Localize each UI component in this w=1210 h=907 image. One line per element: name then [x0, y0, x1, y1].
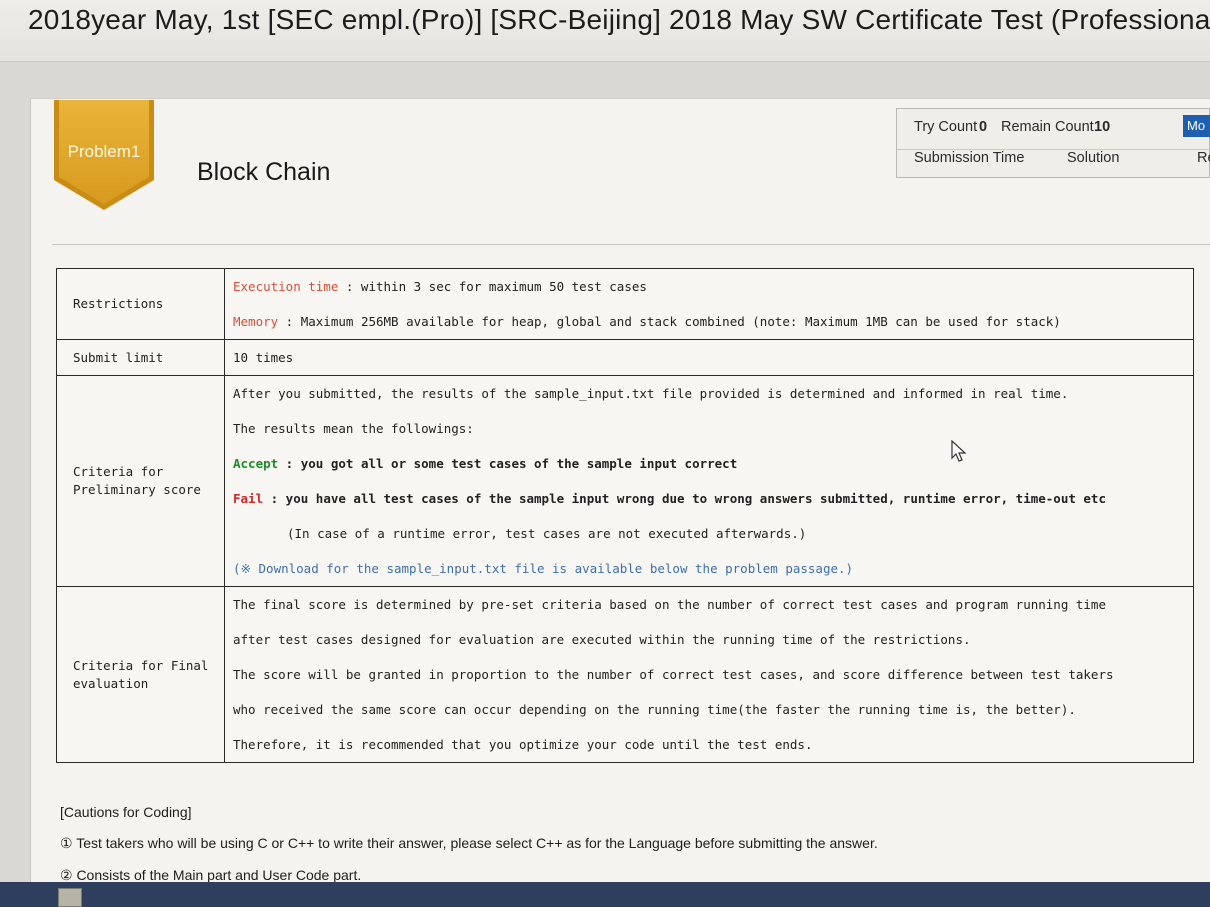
prelim-line-1: After you submitted, the results of the … [233, 386, 1069, 401]
re-header: Re [1197, 150, 1210, 166]
restrictions-label: Restrictions [56, 268, 225, 340]
remain-count-label: Remain Count [1001, 119, 1094, 135]
submit-limit-row: Submit limit 10 times [56, 339, 1194, 376]
header-divider [52, 244, 1210, 245]
fail-text: : you have all test cases of the sample … [263, 491, 1106, 506]
exec-time-text: : within 3 sec for maximum 50 test cases [338, 279, 647, 294]
solution-header: Solution [1067, 150, 1120, 166]
accept-key: Accept [233, 456, 279, 471]
accept-text: : you got all or some test cases of the … [278, 456, 738, 471]
fail-key: Fail [233, 491, 264, 506]
submit-limit-label: Submit limit [56, 339, 225, 376]
submit-limit-value: 10 times [233, 350, 294, 365]
prelim-label: Criteria for Preliminary score [56, 375, 225, 587]
prelim-row: Criteria for Preliminary score After you… [56, 375, 1194, 587]
submission-time-header: Submission Time [914, 150, 1025, 166]
final-line-2: after test cases designed for evaluation… [233, 632, 971, 647]
mouse-pointer-icon [951, 439, 967, 469]
restrictions-row: Restrictions Execution time : within 3 s… [56, 268, 1194, 340]
spec-table: Restrictions Execution time : within 3 s… [56, 268, 1194, 763]
submit-limit-content: 10 times [224, 339, 1194, 376]
prelim-content: After you submitted, the results of the … [224, 375, 1194, 587]
final-line-5: Therefore, it is recommended that you op… [233, 737, 813, 752]
try-count-label: Try Count [914, 119, 978, 135]
restrictions-content: Execution time : within 3 sec for maximu… [224, 268, 1194, 340]
caution-item-1: ① Test takers who will be using C or C++… [60, 835, 878, 851]
exec-time-key: Execution time [233, 279, 339, 294]
remain-count-value: 10 [1094, 119, 1111, 135]
taskbar-app-icon[interactable] [58, 888, 82, 907]
taskbar [0, 882, 1210, 907]
submission-header-row: Submission Time Solution Re [897, 149, 1210, 166]
window-title-bar: 2018year May, 1st [SEC empl.(Pro)] [SRC-… [0, 0, 1210, 62]
problem-badge-label: Problem1 [67, 142, 141, 161]
problem-title: Block Chain [197, 158, 331, 186]
memory-key: Memory [233, 314, 279, 329]
final-line-1: The final score is determined by pre-set… [233, 597, 1106, 612]
final-line-4: who received the same score can occur de… [233, 702, 1076, 717]
prelim-line-2: The results mean the followings: [233, 421, 474, 436]
final-label: Criteria for Final evaluation [56, 586, 225, 763]
runtime-note: (In case of a runtime error, test cases … [287, 526, 807, 541]
submission-info-box: Try Count 0 Remain Count 10 Mo Submissio… [896, 108, 1210, 178]
try-count-value: 0 [979, 119, 988, 135]
memory-text: : Maximum 256MB available for heap, glob… [278, 314, 1061, 329]
mo-button[interactable]: Mo [1183, 115, 1210, 137]
final-row: Criteria for Final evaluation The final … [56, 586, 1194, 763]
problem-badge: Problem1 [52, 100, 156, 212]
download-note: (※ Download for the sample_input.txt fil… [233, 561, 854, 576]
cautions-heading: [Cautions for Coding] [60, 804, 192, 820]
final-line-3: The score will be granted in proportion … [233, 667, 1114, 682]
window-title: 2018year May, 1st [SEC empl.(Pro)] [SRC-… [28, 4, 1210, 35]
final-content: The final score is determined by pre-set… [224, 586, 1194, 763]
